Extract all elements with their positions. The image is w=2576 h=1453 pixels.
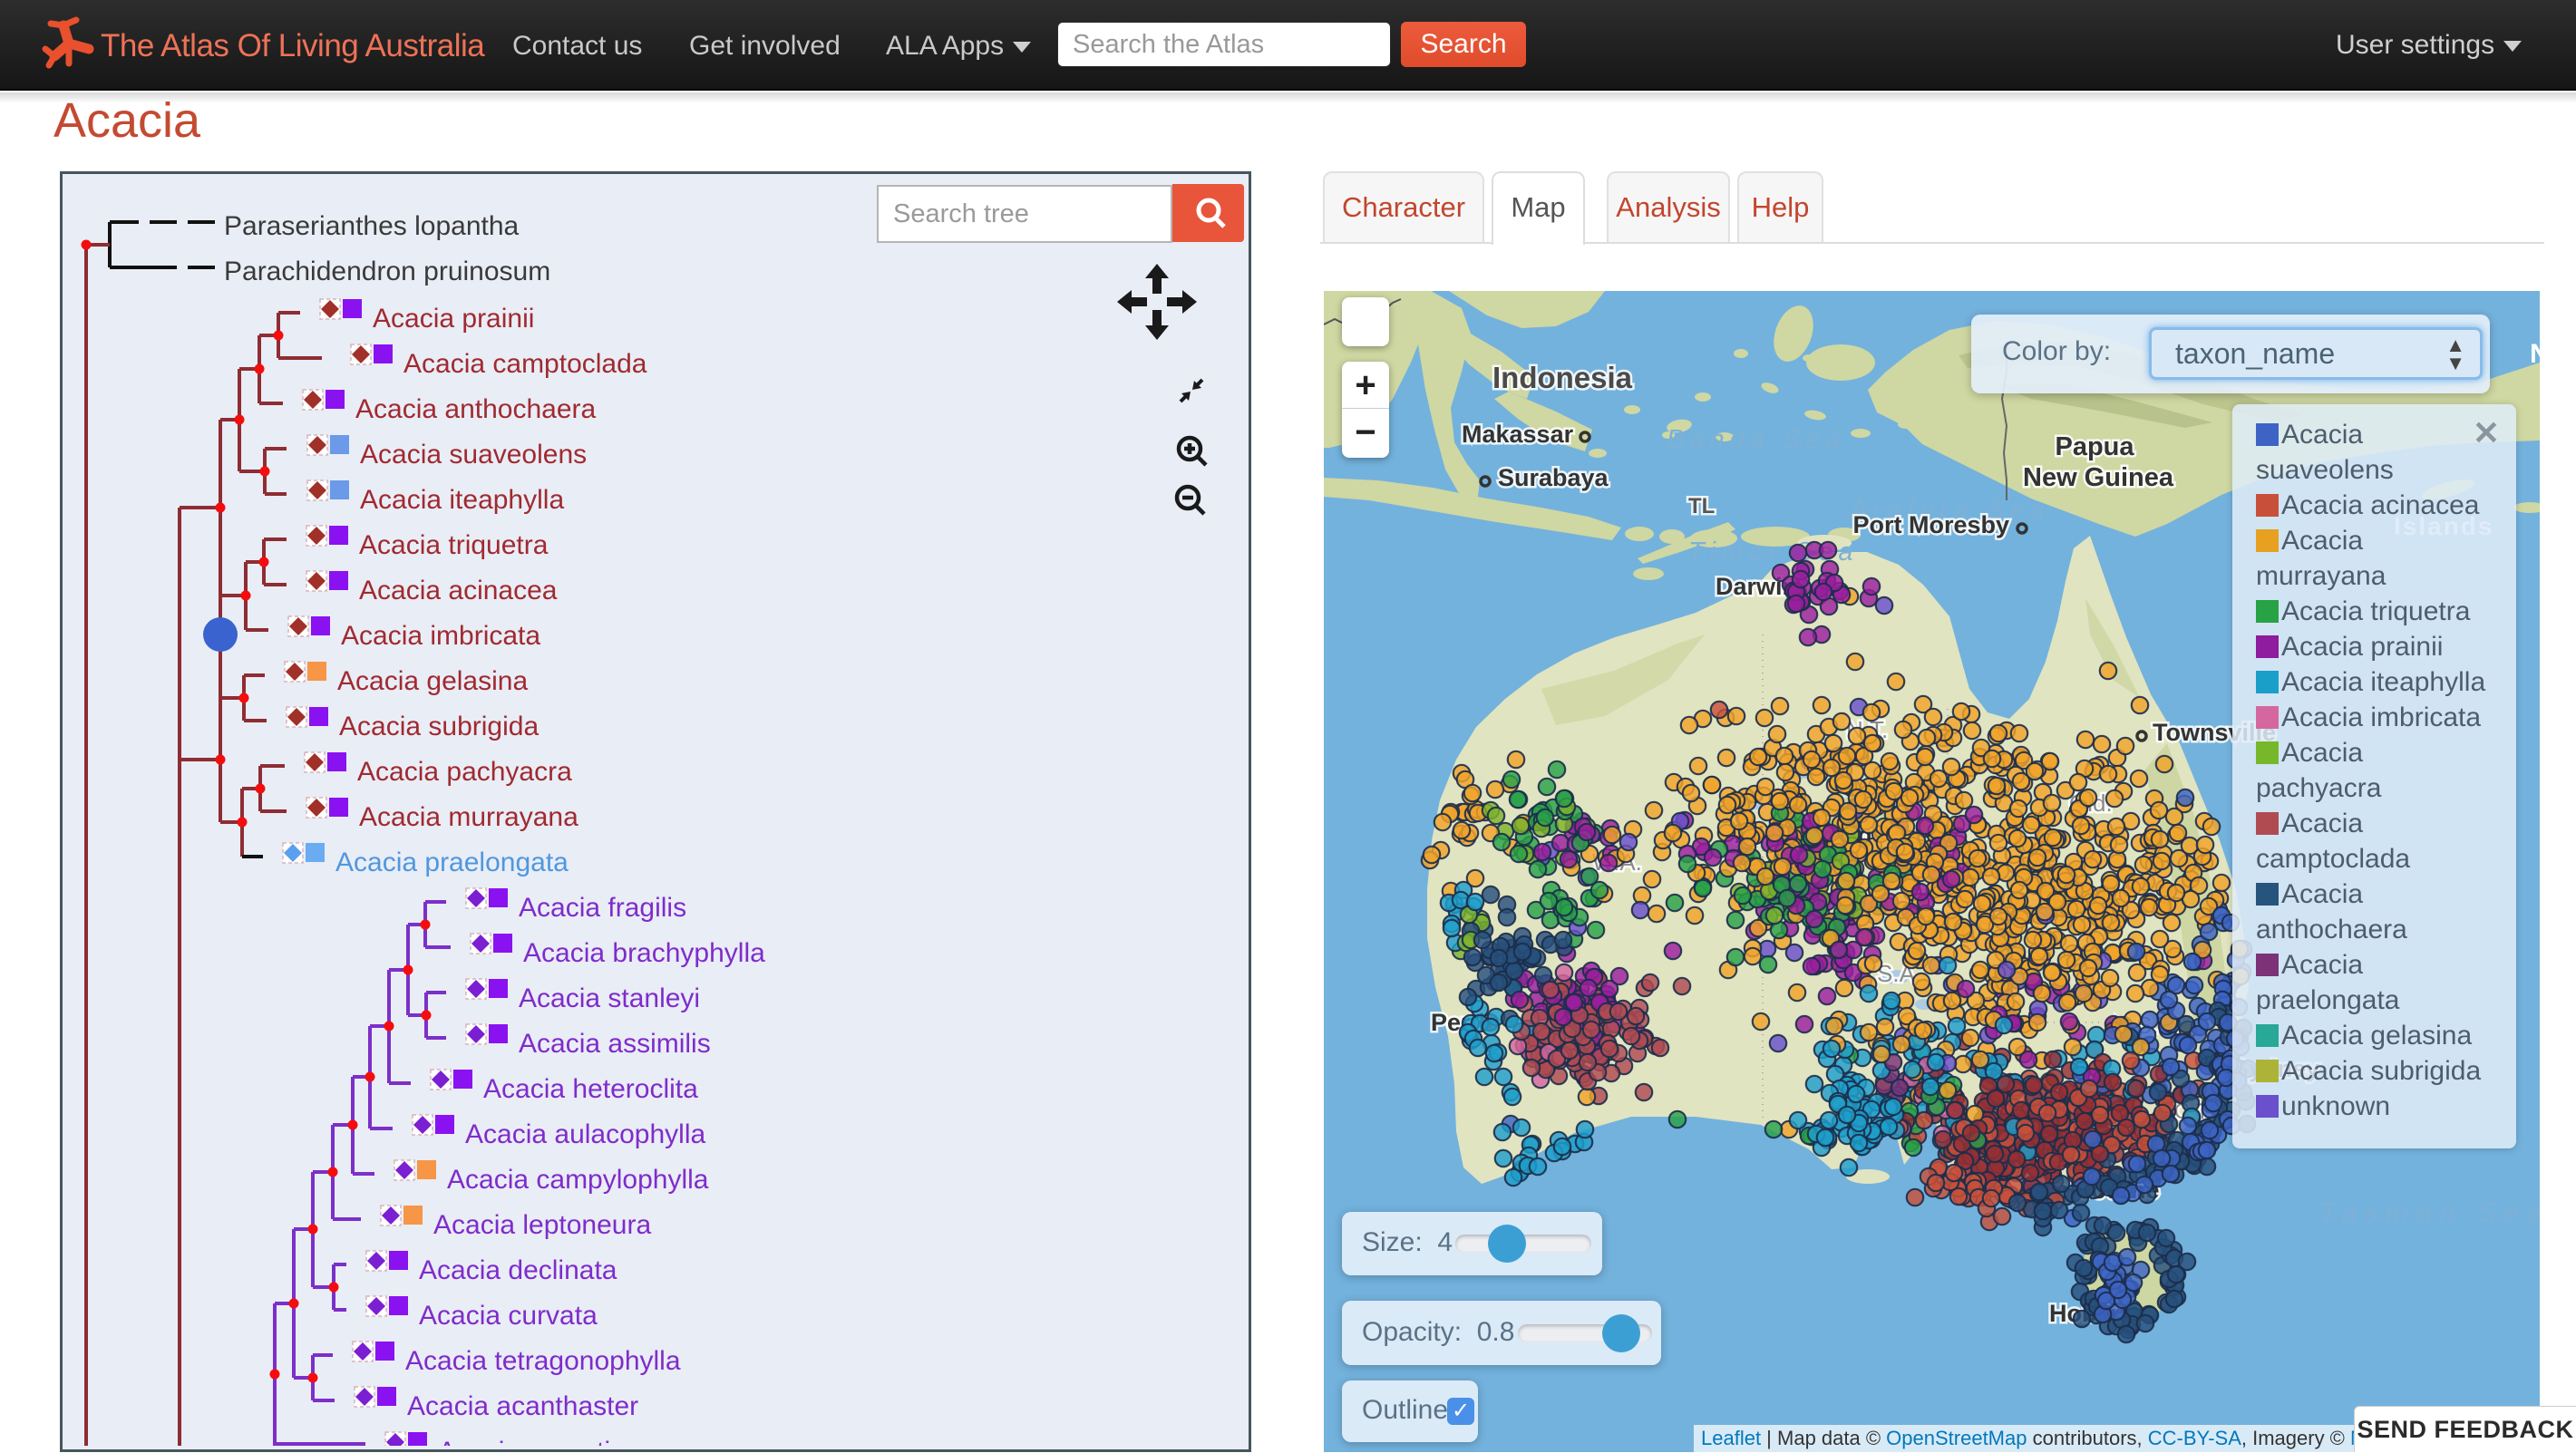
svg-text:Acacia prainii: Acacia prainii: [373, 304, 534, 334]
svg-text:Acacia heteroclita: Acacia heteroclita: [483, 1074, 698, 1104]
svg-text:Acacia declinata: Acacia declinata: [419, 1255, 617, 1285]
svg-text:Acacia aurantiaca: Acacia aurantiaca: [438, 1437, 655, 1446]
svg-text:Acacia triquetra: Acacia triquetra: [359, 530, 549, 560]
svg-text:Acacia imbricata: Acacia imbricata: [341, 621, 540, 651]
svg-text:Acacia acanthaster: Acacia acanthaster: [407, 1391, 638, 1421]
svg-text:Acacia anthochaera: Acacia anthochaera: [355, 394, 596, 424]
svg-text:Acacia brachyphylla: Acacia brachyphylla: [523, 938, 765, 968]
svg-text:Indonesia: Indonesia: [1492, 361, 1633, 394]
svg-text:Acacia campylophylla: Acacia campylophylla: [447, 1165, 709, 1195]
svg-text:Acacia curvata: Acacia curvata: [419, 1301, 598, 1331]
svg-text:Tasman Sea: Tasman Sea: [2319, 1196, 2540, 1228]
svg-text:Acacia camptoclada: Acacia camptoclada: [403, 349, 647, 379]
svg-text:Acacia assimilis: Acacia assimilis: [519, 1029, 711, 1059]
svg-text:Acacia fragilis: Acacia fragilis: [519, 893, 686, 923]
svg-text:Acacia acinacea: Acacia acinacea: [359, 576, 558, 605]
svg-text:Acacia praelongata: Acacia praelongata: [335, 848, 569, 877]
svg-text:New Guinea: New Guinea: [2023, 463, 2174, 492]
svg-text:Parachidendron pruinosum: Parachidendron pruinosum: [224, 257, 550, 286]
svg-text:Acacia stanleyi: Acacia stanleyi: [519, 983, 700, 1013]
svg-text:Surabaya: Surabaya: [1498, 464, 1609, 491]
svg-text:Acacia aulacophylla: Acacia aulacophylla: [465, 1119, 705, 1149]
svg-text:Acacia suaveolens: Acacia suaveolens: [360, 440, 587, 470]
svg-text:Makassar: Makassar: [1462, 421, 1574, 448]
svg-text:Acacia leptoneura: Acacia leptoneura: [433, 1210, 651, 1240]
svg-text:Acacia pachyacra: Acacia pachyacra: [357, 757, 572, 787]
svg-text:Acacia iteaphylla: Acacia iteaphylla: [360, 485, 564, 515]
svg-text:Papua: Papua: [2055, 432, 2134, 461]
svg-text:Acacia murrayana: Acacia murrayana: [359, 802, 578, 832]
svg-text:TL: TL: [1688, 494, 1715, 518]
svg-text:N: N: [2530, 339, 2540, 369]
svg-text:Acacia subrigida: Acacia subrigida: [339, 712, 539, 741]
svg-text:Port Moresby: Port Moresby: [1852, 511, 2009, 538]
svg-text:Acacia tetragonophylla: Acacia tetragonophylla: [405, 1346, 681, 1376]
svg-text:Paraserianthes lopantha: Paraserianthes lopantha: [224, 211, 520, 241]
svg-text:Banda Sea: Banda Sea: [1667, 425, 1846, 454]
svg-text:Acacia gelasina: Acacia gelasina: [337, 666, 528, 696]
